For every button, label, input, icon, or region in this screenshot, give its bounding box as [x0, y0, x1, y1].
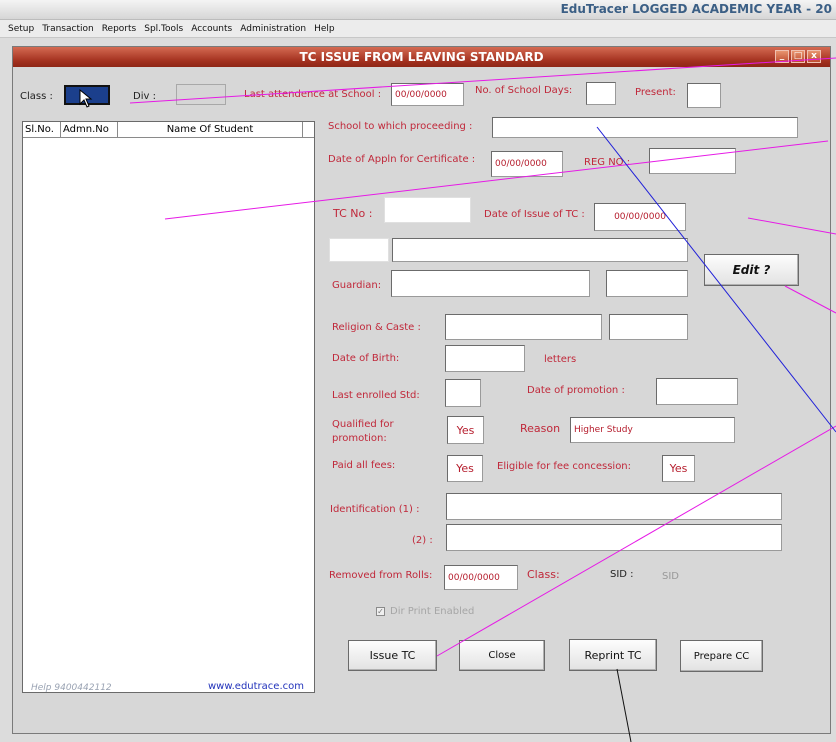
sid-value: SID [662, 571, 679, 582]
tc-issue-date-field[interactable]: 00/00/0000 [594, 203, 686, 231]
help-phone: Help 9400442112 [31, 683, 112, 693]
tc-no-field[interactable] [384, 197, 471, 223]
concession-field[interactable]: Yes [662, 455, 695, 482]
identification-label: Identification (1) : [330, 504, 420, 515]
website-link[interactable]: www.edutrace.com [208, 681, 304, 692]
student-list-header: Sl.No. Admn.No Name Of Student [23, 122, 314, 138]
menu-help[interactable]: Help [310, 24, 339, 34]
dob-label: Date of Birth: [332, 353, 400, 364]
reason-label: Reason [520, 422, 561, 435]
qualified-label: Qualified for [332, 419, 394, 430]
maximize-button[interactable]: □ [791, 50, 805, 63]
present-field[interactable] [687, 83, 721, 108]
app-title-bar: EduTracer LOGGED ACADEMIC YEAR - 20 [0, 0, 836, 20]
appln-date-field[interactable]: 00/00/0000 [491, 151, 563, 177]
school-proceeding-label: School to which proceeding : [328, 121, 473, 132]
class-label: Class : [20, 91, 53, 102]
menu-spl-tools[interactable]: Spl.Tools [140, 24, 187, 34]
col-admn-no[interactable]: Admn.No [61, 122, 118, 138]
menu-accounts[interactable]: Accounts [187, 24, 236, 34]
religion-field[interactable] [445, 314, 602, 340]
removed-date-field[interactable]: 00/00/0000 [444, 565, 518, 590]
reprint-tc-button[interactable]: Reprint TC [569, 639, 657, 671]
removed-class-label: Class: [527, 568, 560, 581]
student-list[interactable]: Sl.No. Admn.No Name Of Student [22, 121, 315, 693]
sid-label: SID : [610, 569, 634, 580]
div-select[interactable] [176, 84, 226, 105]
school-days-label: No. of School Days: [475, 85, 573, 96]
dir-print-checkbox[interactable]: ✓ [376, 607, 385, 616]
religion-label: Religion & Caste : [332, 322, 421, 333]
class-select[interactable] [64, 85, 110, 105]
school-days-field[interactable] [586, 82, 616, 105]
identification-2-label: (2) : [412, 535, 433, 546]
close-window-button[interactable]: x [807, 50, 821, 63]
menu-bar: Setup Transaction Reports Spl.Tools Acco… [0, 20, 836, 38]
prepare-cc-button[interactable]: Prepare CC [680, 640, 763, 672]
menu-setup[interactable]: Setup [4, 24, 38, 34]
guardian-field[interactable] [391, 270, 590, 297]
last-std-label: Last enrolled Std: [332, 390, 420, 401]
appln-date-label: Date of Appln for Certificate : [328, 154, 476, 165]
app-title: EduTracer LOGGED ACADEMIC YEAR - 20 [560, 2, 832, 16]
guardian-extra-field[interactable] [606, 270, 688, 297]
dob-field[interactable] [445, 345, 525, 372]
tc-issue-date-label: Date of Issue of TC : [484, 209, 585, 220]
reg-no-label: REG NO : [584, 157, 631, 168]
removed-label: Removed from Rolls: [329, 570, 433, 581]
promotion-date-field[interactable] [656, 378, 738, 405]
promotion-date-label: Date of promotion : [527, 385, 625, 396]
school-proceeding-field[interactable] [492, 117, 798, 138]
student-name-field[interactable] [392, 238, 688, 262]
guardian-label: Guardian: [332, 280, 382, 291]
menu-administration[interactable]: Administration [236, 24, 310, 34]
menu-transaction[interactable]: Transaction [38, 24, 98, 34]
last-attendance-label: Last attendence at School : [244, 89, 382, 100]
paid-fees-field[interactable]: Yes [447, 455, 483, 482]
present-label: Present: [635, 87, 676, 98]
reason-field[interactable]: Higher Study [570, 417, 735, 443]
dir-print-label: Dir Print Enabled [390, 606, 475, 617]
qualified-label-cont: promotion: [332, 433, 387, 444]
edit-button[interactable]: Edit ? [704, 254, 799, 286]
paid-fees-label: Paid all fees: [332, 460, 396, 471]
reg-no-field[interactable] [649, 148, 736, 174]
div-label: Div : [133, 91, 156, 102]
tc-issue-window: TC ISSUE FROM LEAVING STANDARD _ □ x Cla… [12, 46, 831, 734]
last-std-field[interactable] [445, 379, 481, 407]
identification-1-field[interactable] [446, 493, 782, 520]
concession-label: Eligible for fee concession: [497, 461, 632, 472]
col-student-name[interactable]: Name Of Student [118, 122, 303, 138]
last-attendance-field[interactable]: 00/00/0000 [391, 83, 464, 106]
tc-no-label: TC No : [333, 207, 373, 220]
col-sl-no[interactable]: Sl.No. [23, 122, 61, 138]
caste-field[interactable] [609, 314, 688, 340]
close-button[interactable]: Close [459, 640, 545, 671]
menu-reports[interactable]: Reports [98, 24, 141, 34]
issue-tc-button[interactable]: Issue TC [348, 640, 437, 671]
letters-label: letters [544, 354, 577, 365]
identification-2-field[interactable] [446, 524, 782, 551]
window-title: TC ISSUE FROM LEAVING STANDARD [13, 47, 830, 67]
qualified-field[interactable]: Yes [447, 416, 484, 444]
name-prefix-field[interactable] [329, 238, 389, 262]
minimize-button[interactable]: _ [775, 50, 789, 63]
